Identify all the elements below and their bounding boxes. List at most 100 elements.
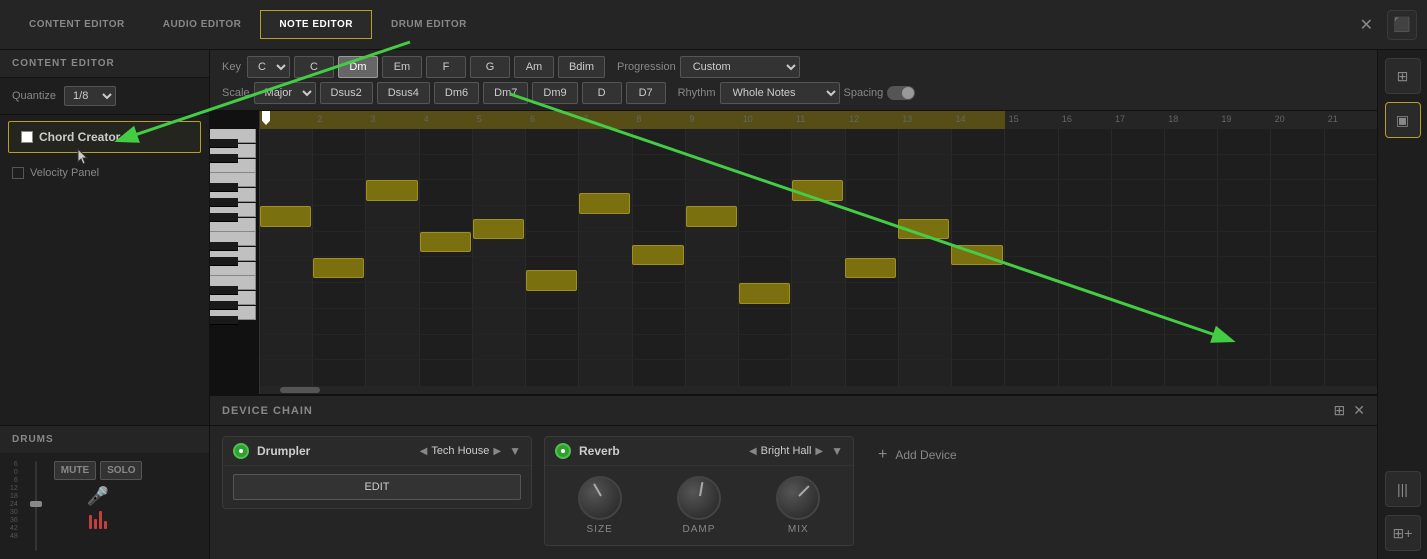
rhythm-select[interactable]: Whole Notes xyxy=(720,82,840,104)
reverb-mix-knob[interactable] xyxy=(776,476,820,520)
note-block-6[interactable] xyxy=(526,270,577,291)
device-chain-title: DEVICE CHAIN xyxy=(222,405,313,417)
note-block-13[interactable] xyxy=(898,219,949,240)
drumpler-next-preset[interactable]: ▶ xyxy=(493,446,501,457)
velocity-panel-label: Velocity Panel xyxy=(30,167,99,179)
right-panel-icon-browser[interactable]: ▣ xyxy=(1385,102,1421,138)
eq-bars xyxy=(89,511,107,529)
chord-btn-Dm6[interactable]: Dm6 xyxy=(434,82,479,104)
tab-note-editor[interactable]: NOTE EDITOR xyxy=(260,10,372,39)
velocity-panel-checkbox[interactable] xyxy=(12,167,24,179)
note-block-1[interactable] xyxy=(260,206,311,227)
spacing-toggle[interactable] xyxy=(887,86,915,100)
timeline-num-4: 4 xyxy=(420,111,473,127)
add-device-button[interactable]: + Add Device xyxy=(866,436,969,474)
horizontal-scrollbar[interactable] xyxy=(260,386,1377,394)
chord-btn-D7[interactable]: D7 xyxy=(626,82,666,104)
drumpler-power-button[interactable] xyxy=(233,443,249,459)
note-block-4[interactable] xyxy=(420,232,471,253)
reverb-damp-knob-container: DAMP xyxy=(677,476,721,535)
chord-btn-Dm7[interactable]: Dm7 xyxy=(483,82,528,104)
reverb-damp-label: DAMP xyxy=(683,524,716,535)
progression-label: Progression xyxy=(617,61,676,73)
chord-btn-D[interactable]: D xyxy=(582,82,622,104)
drumpler-prev-preset[interactable]: ◀ xyxy=(420,446,428,457)
timeline-num-19: 19 xyxy=(1217,111,1270,127)
reverb-next-preset[interactable]: ▶ xyxy=(815,446,823,457)
timeline-num-12: 12 xyxy=(845,111,898,127)
timeline-num-10: 10 xyxy=(739,111,792,127)
drumpler-device: Drumpler ◀ Tech House ▶ ▼ EDIT xyxy=(222,436,532,509)
note-block-5[interactable] xyxy=(473,219,524,240)
chord-btn-Bdim[interactable]: Bdim xyxy=(558,56,605,78)
top-right-icon[interactable]: ⬛ xyxy=(1387,10,1417,40)
chord-btn-G[interactable]: G xyxy=(470,56,510,78)
drumpler-preset-dropdown[interactable]: ▼ xyxy=(509,444,521,458)
note-block-7[interactable] xyxy=(579,193,630,214)
mute-button[interactable]: MUTE xyxy=(54,461,96,480)
note-block-3[interactable] xyxy=(366,180,417,201)
reverb-mix-label: MIX xyxy=(788,524,809,535)
note-block-12[interactable] xyxy=(845,258,896,279)
chord-btn-C[interactable]: C xyxy=(294,56,334,78)
note-block-2[interactable] xyxy=(313,258,364,279)
chord-btn-Em[interactable]: Em xyxy=(382,56,422,78)
right-panel-icon-eq[interactable]: ||| xyxy=(1385,471,1421,507)
reverb-preset-dropdown[interactable]: ▼ xyxy=(831,444,843,458)
quantize-select[interactable]: 1/8 1/4 1/16 xyxy=(64,86,116,106)
tab-drum-editor[interactable]: DRUM EDITOR xyxy=(372,10,486,39)
input-icon: 🎤 xyxy=(87,486,109,507)
chord-btn-Am[interactable]: Am xyxy=(514,56,554,78)
chord-btn-Dm[interactable]: Dm xyxy=(338,56,378,78)
timeline-num-11: 11 xyxy=(792,111,845,127)
timeline-num-20: 20 xyxy=(1271,111,1324,127)
rhythm-label: Rhythm xyxy=(678,87,716,99)
tab-content-editor[interactable]: CONTENT EDITOR xyxy=(10,10,144,39)
close-editor-button[interactable]: ✕ xyxy=(1350,15,1383,35)
timeline-num-16: 16 xyxy=(1058,111,1111,127)
reverb-power-button[interactable] xyxy=(555,443,571,459)
reverb-size-knob-container: SIZE xyxy=(578,476,622,535)
chord-btn-F[interactable]: F xyxy=(426,56,466,78)
reverb-prev-preset[interactable]: ◀ xyxy=(749,446,757,457)
chord-btn-Dsus2[interactable]: Dsus2 xyxy=(320,82,373,104)
timeline-num-18: 18 xyxy=(1164,111,1217,127)
right-panel-icon-grid[interactable]: ⊞ xyxy=(1385,58,1421,94)
solo-button[interactable]: SOLO xyxy=(100,461,142,480)
timeline-num-3: 3 xyxy=(366,111,419,127)
note-block-10[interactable] xyxy=(739,283,790,304)
add-device-icon: + xyxy=(878,446,887,464)
note-grid[interactable]: 1 2 3 4 5 6 7 8 9 10 11 xyxy=(260,111,1377,394)
device-chain-close-button[interactable]: ✕ xyxy=(1353,402,1365,419)
tab-audio-editor[interactable]: AUDIO EDITOR xyxy=(144,10,261,39)
chord-btn-Dm9[interactable]: Dm9 xyxy=(532,82,577,104)
drums-header: DRUMS xyxy=(0,426,209,453)
note-block-9[interactable] xyxy=(686,206,737,227)
reverb-size-label: SIZE xyxy=(587,524,613,535)
key-select[interactable]: CDEFGAB xyxy=(247,56,290,78)
note-block-11[interactable] xyxy=(792,180,843,201)
timeline-num-2: 2 xyxy=(313,111,366,127)
timeline-num-6: 6 xyxy=(526,111,579,127)
timeline-num-13: 13 xyxy=(898,111,951,127)
chord-creator-checkbox[interactable] xyxy=(21,131,33,143)
progression-select[interactable]: Custom xyxy=(680,56,800,78)
reverb-damp-knob[interactable] xyxy=(677,476,721,520)
reverb-mix-knob-container: MIX xyxy=(776,476,820,535)
timeline-num-15: 15 xyxy=(1005,111,1058,127)
scale-label: Scale xyxy=(222,87,250,99)
chord-creator-section: Chord Creator xyxy=(8,121,201,153)
reverb-preset-name: Bright Hall xyxy=(761,445,812,457)
spacing-label: Spacing xyxy=(844,87,884,99)
note-block-14[interactable] xyxy=(951,245,1002,266)
timeline-num-14: 14 xyxy=(951,111,1004,127)
right-panel-icon-plus-grid[interactable]: ⊞+ xyxy=(1385,515,1421,551)
note-block-8[interactable] xyxy=(632,245,683,266)
scale-select[interactable]: MajorMinor xyxy=(254,82,316,104)
drumpler-edit-button[interactable]: EDIT xyxy=(233,474,521,500)
volume-fader[interactable] xyxy=(30,501,42,507)
timeline-num-17: 17 xyxy=(1111,111,1164,127)
reverb-size-knob[interactable] xyxy=(578,476,622,520)
chord-btn-Dsus4[interactable]: Dsus4 xyxy=(377,82,430,104)
reverb-name: Reverb xyxy=(579,444,620,458)
